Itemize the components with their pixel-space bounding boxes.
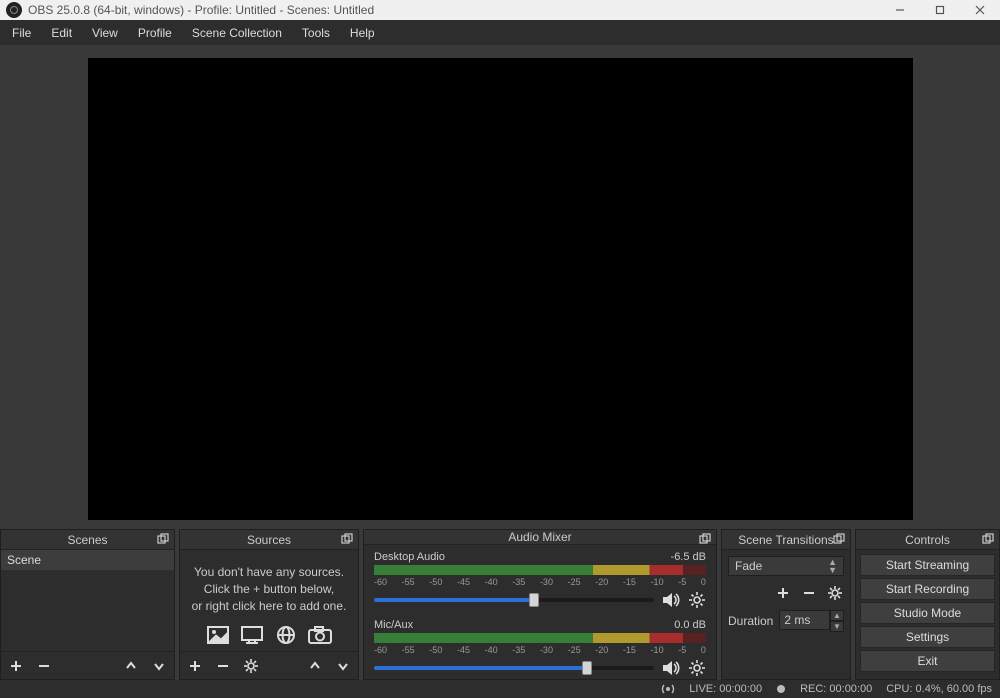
preview-canvas[interactable] xyxy=(88,58,913,520)
volume-slider[interactable] xyxy=(374,598,654,602)
record-icon xyxy=(776,684,786,694)
mixer-track: Mic/Aux 0.0 dB -60-55-50-45-40-35-30-25-… xyxy=(374,619,706,677)
window-minimize-button[interactable] xyxy=(880,0,920,20)
menu-view[interactable]: View xyxy=(82,22,128,44)
window-title: OBS 25.0.8 (64-bit, windows) - Profile: … xyxy=(28,3,374,17)
mixer-track-db: 0.0 dB xyxy=(674,619,706,631)
menu-profile[interactable]: Profile xyxy=(128,22,182,44)
transition-remove-button[interactable] xyxy=(800,584,818,602)
transitions-panel-title: Scene Transitions xyxy=(738,533,833,547)
dropdown-arrows-icon: ▲▼ xyxy=(828,558,837,574)
mixer-track: Desktop Audio -6.5 dB -60-55-50-45-40-35… xyxy=(374,551,706,609)
menu-tools[interactable]: Tools xyxy=(292,22,340,44)
sources-toolbar xyxy=(180,651,358,679)
preview-area xyxy=(0,45,1000,525)
mixer-track-name: Desktop Audio xyxy=(374,551,445,563)
menu-scene-collection[interactable]: Scene Collection xyxy=(182,22,292,44)
transitions-popout-icon[interactable] xyxy=(832,532,846,546)
controls-panel-title: Controls xyxy=(905,533,950,547)
track-settings-button[interactable] xyxy=(688,591,706,609)
exit-button[interactable]: Exit xyxy=(860,650,995,672)
meter-scale: -60-55-50-45-40-35-30-25-20-15-10-50 xyxy=(374,577,706,587)
minimize-icon xyxy=(895,5,905,15)
audio-mixer-title: Audio Mixer xyxy=(508,530,571,544)
sources-remove-button[interactable] xyxy=(214,657,232,675)
duration-step-up[interactable]: ▲ xyxy=(830,610,844,621)
mixer-track-db: -6.5 dB xyxy=(671,551,706,563)
studio-mode-button[interactable]: Studio Mode xyxy=(860,602,995,624)
audio-meter xyxy=(374,565,706,575)
sources-move-up-button[interactable] xyxy=(306,657,324,675)
camera-source-icon xyxy=(307,624,333,646)
scene-list-item[interactable]: Scene xyxy=(1,550,174,570)
status-rec: REC: 00:00:00 xyxy=(800,683,872,695)
menu-file[interactable]: File xyxy=(2,22,41,44)
duration-step-down[interactable]: ▼ xyxy=(830,621,844,632)
window-close-button[interactable] xyxy=(960,0,1000,20)
menu-bar: File Edit View Profile Scene Collection … xyxy=(0,20,1000,45)
transition-settings-button[interactable] xyxy=(826,584,844,602)
transitions-panel: Scene Transitions Fade ▲▼ Duration 2 ms xyxy=(721,529,851,680)
audio-meter xyxy=(374,633,706,643)
start-recording-button[interactable]: Start Recording xyxy=(860,578,995,600)
status-live: LIVE: 00:00:00 xyxy=(689,683,762,695)
mixer-track-name: Mic/Aux xyxy=(374,619,413,631)
scenes-add-button[interactable] xyxy=(7,657,25,675)
track-settings-button[interactable] xyxy=(688,659,706,677)
app-icon xyxy=(6,2,22,18)
scenes-toolbar xyxy=(1,651,174,679)
scenes-popout-icon[interactable] xyxy=(156,532,170,546)
sources-list[interactable]: You don't have any sources. Click the + … xyxy=(180,550,358,679)
transition-add-button[interactable] xyxy=(774,584,792,602)
transition-duration-label: Duration xyxy=(728,614,773,628)
sources-panel: Sources You don't have any sources. Clic… xyxy=(179,529,359,680)
image-source-icon xyxy=(205,624,231,646)
start-streaming-button[interactable]: Start Streaming xyxy=(860,554,995,576)
scenes-move-down-button[interactable] xyxy=(150,657,168,675)
mixer-popout-icon[interactable] xyxy=(698,532,712,546)
transition-current: Fade xyxy=(735,559,762,573)
sources-empty-message: You don't have any sources. Click the + … xyxy=(180,550,358,618)
transition-select[interactable]: Fade ▲▼ xyxy=(728,556,844,576)
status-cpu: CPU: 0.4%, 60.00 fps xyxy=(886,683,992,695)
mute-button[interactable] xyxy=(662,591,680,609)
mute-button[interactable] xyxy=(662,659,680,677)
sources-add-button[interactable] xyxy=(186,657,204,675)
controls-panel: Controls Start Streaming Start Recording… xyxy=(855,529,1000,680)
broadcast-icon xyxy=(661,683,675,695)
window-titlebar: OBS 25.0.8 (64-bit, windows) - Profile: … xyxy=(0,0,1000,20)
menu-edit[interactable]: Edit xyxy=(41,22,82,44)
volume-slider[interactable] xyxy=(374,666,654,670)
display-source-icon xyxy=(239,624,265,646)
controls-popout-icon[interactable] xyxy=(981,532,995,546)
sources-panel-title: Sources xyxy=(247,533,291,547)
scenes-panel-title: Scenes xyxy=(67,533,107,547)
scenes-remove-button[interactable] xyxy=(35,657,53,675)
browser-source-icon xyxy=(273,624,299,646)
sources-popout-icon[interactable] xyxy=(340,532,354,546)
menu-help[interactable]: Help xyxy=(340,22,385,44)
status-bar: LIVE: 00:00:00 REC: 00:00:00 CPU: 0.4%, … xyxy=(0,680,1000,698)
sources-move-down-button[interactable] xyxy=(334,657,352,675)
transition-duration-input[interactable]: 2 ms xyxy=(779,610,830,630)
sources-properties-button[interactable] xyxy=(242,657,260,675)
close-icon xyxy=(975,5,985,15)
meter-scale: -60-55-50-45-40-35-30-25-20-15-10-50 xyxy=(374,645,706,655)
scenes-move-up-button[interactable] xyxy=(122,657,140,675)
settings-button[interactable]: Settings xyxy=(860,626,995,648)
window-maximize-button[interactable] xyxy=(920,0,960,20)
audio-mixer-panel: Audio Mixer Desktop Audio -6.5 dB -60-55… xyxy=(363,529,717,680)
scenes-panel: Scenes Scene xyxy=(0,529,175,680)
maximize-icon xyxy=(935,5,945,15)
